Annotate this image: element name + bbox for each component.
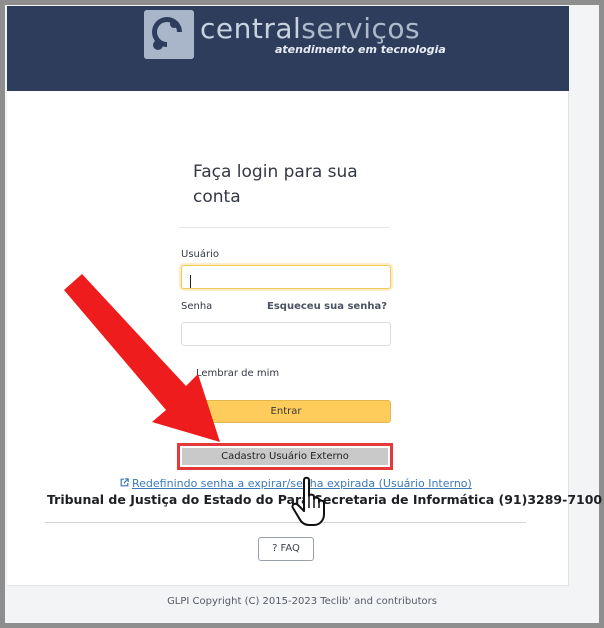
logo-wordmark: centralserviços [200, 12, 420, 45]
forgot-password-link[interactable]: Esqueceu sua senha? [267, 301, 387, 312]
divider [45, 522, 526, 523]
logo-tagline: atendimento em tecnologia [275, 43, 446, 56]
copyright-text: GLPI Copyright (C) 2015-2023 Teclib' and… [167, 596, 437, 607]
logo-mark-icon [144, 10, 194, 59]
faq-button[interactable]: ? FAQ [258, 537, 314, 561]
header-banner: centralserviços atendimento em tecnologi… [7, 6, 569, 91]
page-title: Faça login para sua conta [193, 162, 358, 207]
divider [179, 227, 390, 228]
logo-primary: central [200, 12, 302, 45]
external-link-icon [120, 478, 129, 490]
username-label: Usuário [181, 249, 220, 260]
page-frame: centralserviços atendimento em tecnologi… [5, 5, 602, 623]
hand-pointer-icon [291, 476, 325, 526]
logo-secondary: serviços [301, 12, 421, 45]
login-card: centralserviços atendimento em tecnologi… [7, 6, 602, 586]
red-arrow-icon [64, 274, 220, 442]
